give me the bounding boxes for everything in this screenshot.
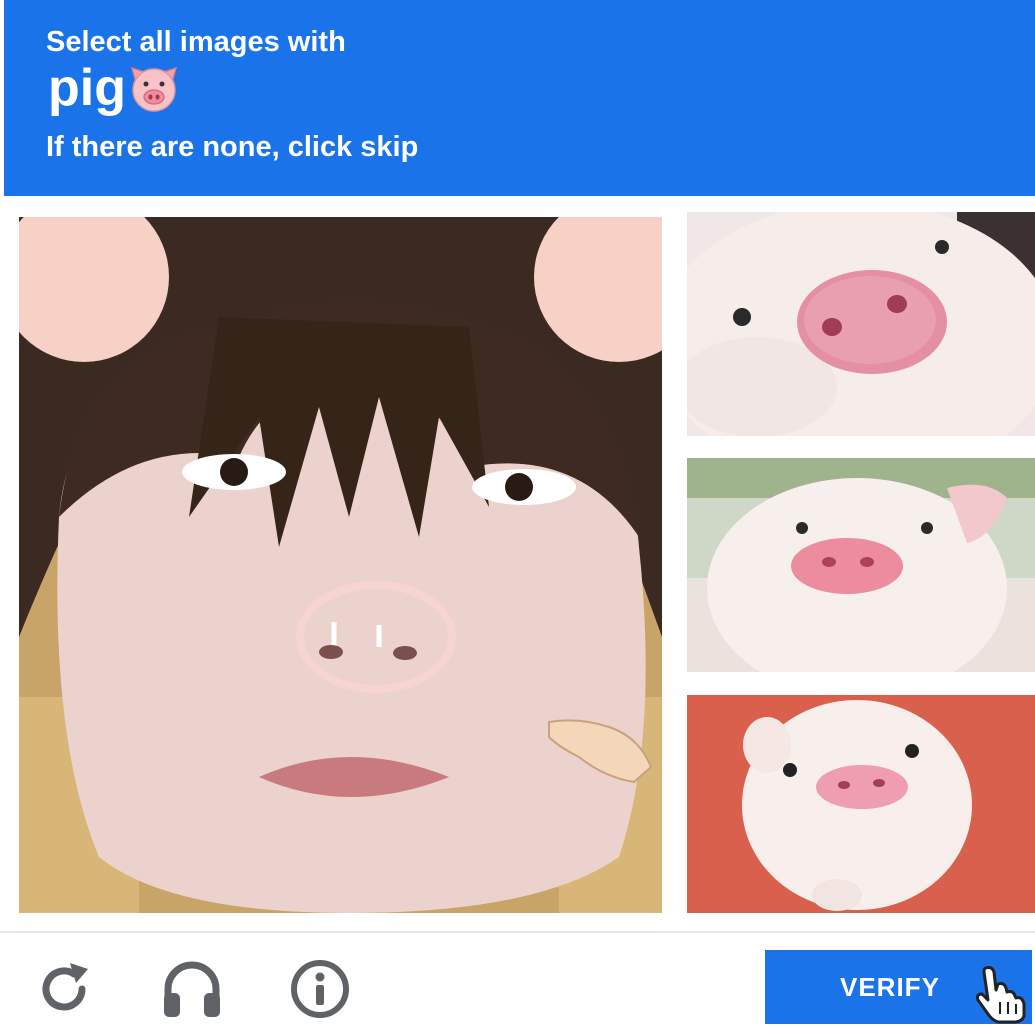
pig-closeup-image <box>687 212 1035 436</box>
piglet-image <box>687 458 1035 672</box>
verify-label: VERIFY <box>840 971 940 1002</box>
image-grid <box>0 196 1035 931</box>
footer-bar: VERIFY <box>0 933 1035 1024</box>
hand-pointer-icon <box>976 966 1026 1024</box>
tile-1-person-pig-filter[interactable] <box>19 217 662 913</box>
skip-hint: If there are none, click skip <box>46 131 419 163</box>
tile-4-piglet-red[interactable] <box>687 695 1035 913</box>
keyword-row: pig <box>48 58 182 118</box>
tile-2-pig-closeup[interactable] <box>687 212 1035 436</box>
audio-challenge-button[interactable] <box>160 957 224 1021</box>
piglet-red-background-image <box>687 695 1035 913</box>
info-icon <box>291 960 349 1018</box>
reload-icon <box>42 963 88 1011</box>
person-with-pig-nose-filter-image <box>19 217 662 913</box>
challenge-header: Select all images with pig If there are … <box>4 0 1035 196</box>
headphones-icon <box>164 961 220 1017</box>
info-button[interactable] <box>288 957 352 1021</box>
instruction-text: Select all images with <box>46 26 346 58</box>
verify-button[interactable]: VERIFY <box>765 950 1032 1024</box>
tile-3-piglet[interactable] <box>687 458 1035 672</box>
pig-face-icon <box>130 66 178 112</box>
keyword-text: pig <box>48 59 126 117</box>
reload-button[interactable] <box>32 957 96 1021</box>
